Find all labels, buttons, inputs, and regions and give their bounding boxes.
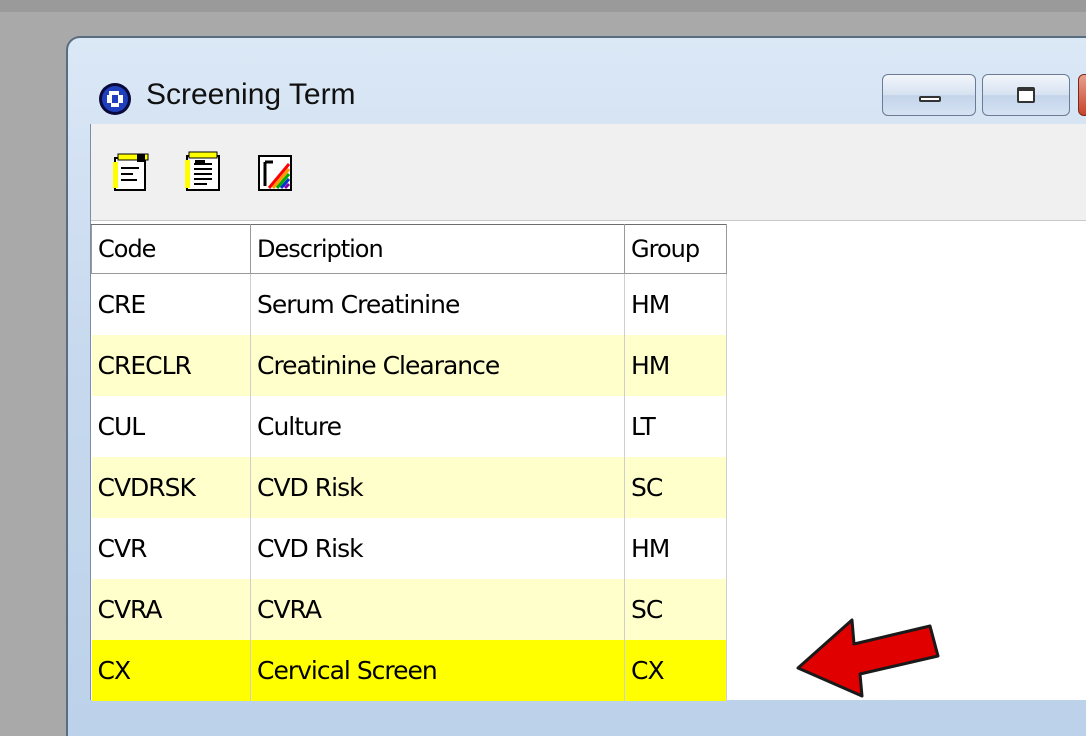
cell-group[interactable]: HM — [624, 273, 727, 335]
column-header-description[interactable]: Description — [250, 224, 625, 274]
screening-term-table: Code Description Group CRE Serum Creatin… — [91, 224, 727, 701]
cell-group[interactable]: SC — [624, 579, 727, 640]
new-record-button[interactable] — [111, 148, 151, 196]
edit-record-button[interactable] — [183, 148, 223, 196]
cell-code[interactable]: CUL — [91, 396, 251, 457]
cell-group[interactable]: HM — [624, 518, 727, 579]
cell-code[interactable]: CRECLR — [91, 335, 251, 396]
cell-description[interactable]: CVD Risk — [250, 457, 625, 518]
table-row[interactable]: CVDRSK CVD Risk SC — [91, 457, 727, 518]
table-row[interactable]: CUL Culture LT — [91, 396, 727, 457]
cell-group[interactable]: CX — [624, 640, 727, 701]
column-header-code[interactable]: Code — [91, 224, 251, 274]
cell-description[interactable]: Culture — [250, 396, 625, 457]
cell-code[interactable]: CX — [91, 640, 251, 701]
cell-group[interactable]: LT — [624, 396, 727, 457]
table-row[interactable]: CRE Serum Creatinine HM — [91, 273, 727, 335]
cell-code[interactable]: CVR — [91, 518, 251, 579]
maximize-icon — [1017, 87, 1035, 103]
maximize-button[interactable] — [982, 74, 1070, 116]
annotation-arrow-icon — [796, 618, 940, 698]
table-header-row: Code Description Group — [91, 224, 727, 274]
minimize-button[interactable] — [882, 74, 976, 116]
cell-description[interactable]: Serum Creatinine — [250, 273, 625, 335]
table-row[interactable]: CVRA CVRA SC — [91, 579, 727, 640]
cell-code[interactable]: CVRA — [91, 579, 251, 640]
minimize-icon — [919, 96, 941, 102]
edit-record-icon — [185, 151, 220, 191]
cell-description[interactable]: Creatinine Clearance — [250, 335, 625, 396]
window-title: Screening Term — [146, 78, 356, 111]
table-row-selected[interactable]: CX Cervical Screen CX — [91, 640, 727, 701]
close-button[interactable] — [1078, 74, 1086, 116]
table-row[interactable]: CVR CVD Risk HM — [91, 518, 727, 579]
print-report-icon — [258, 155, 292, 191]
background-strip — [0, 0, 1086, 12]
column-header-group[interactable]: Group — [624, 224, 727, 274]
table-row[interactable]: CRECLR Creatinine Clearance HM — [91, 335, 727, 396]
cell-description[interactable]: CVD Risk — [250, 518, 625, 579]
title-bar[interactable]: Screening Term — [68, 38, 1086, 126]
cell-description[interactable]: CVRA — [250, 579, 625, 640]
app-globe-icon — [98, 82, 132, 116]
cell-code[interactable]: CVDRSK — [91, 457, 251, 518]
cell-group[interactable]: SC — [624, 457, 727, 518]
new-record-icon — [113, 153, 149, 191]
cell-code[interactable]: CRE — [91, 273, 251, 335]
cell-description[interactable]: Cervical Screen — [250, 640, 625, 701]
toolbar — [91, 124, 1086, 221]
print-report-button[interactable] — [255, 148, 295, 196]
cell-group[interactable]: HM — [624, 335, 727, 396]
